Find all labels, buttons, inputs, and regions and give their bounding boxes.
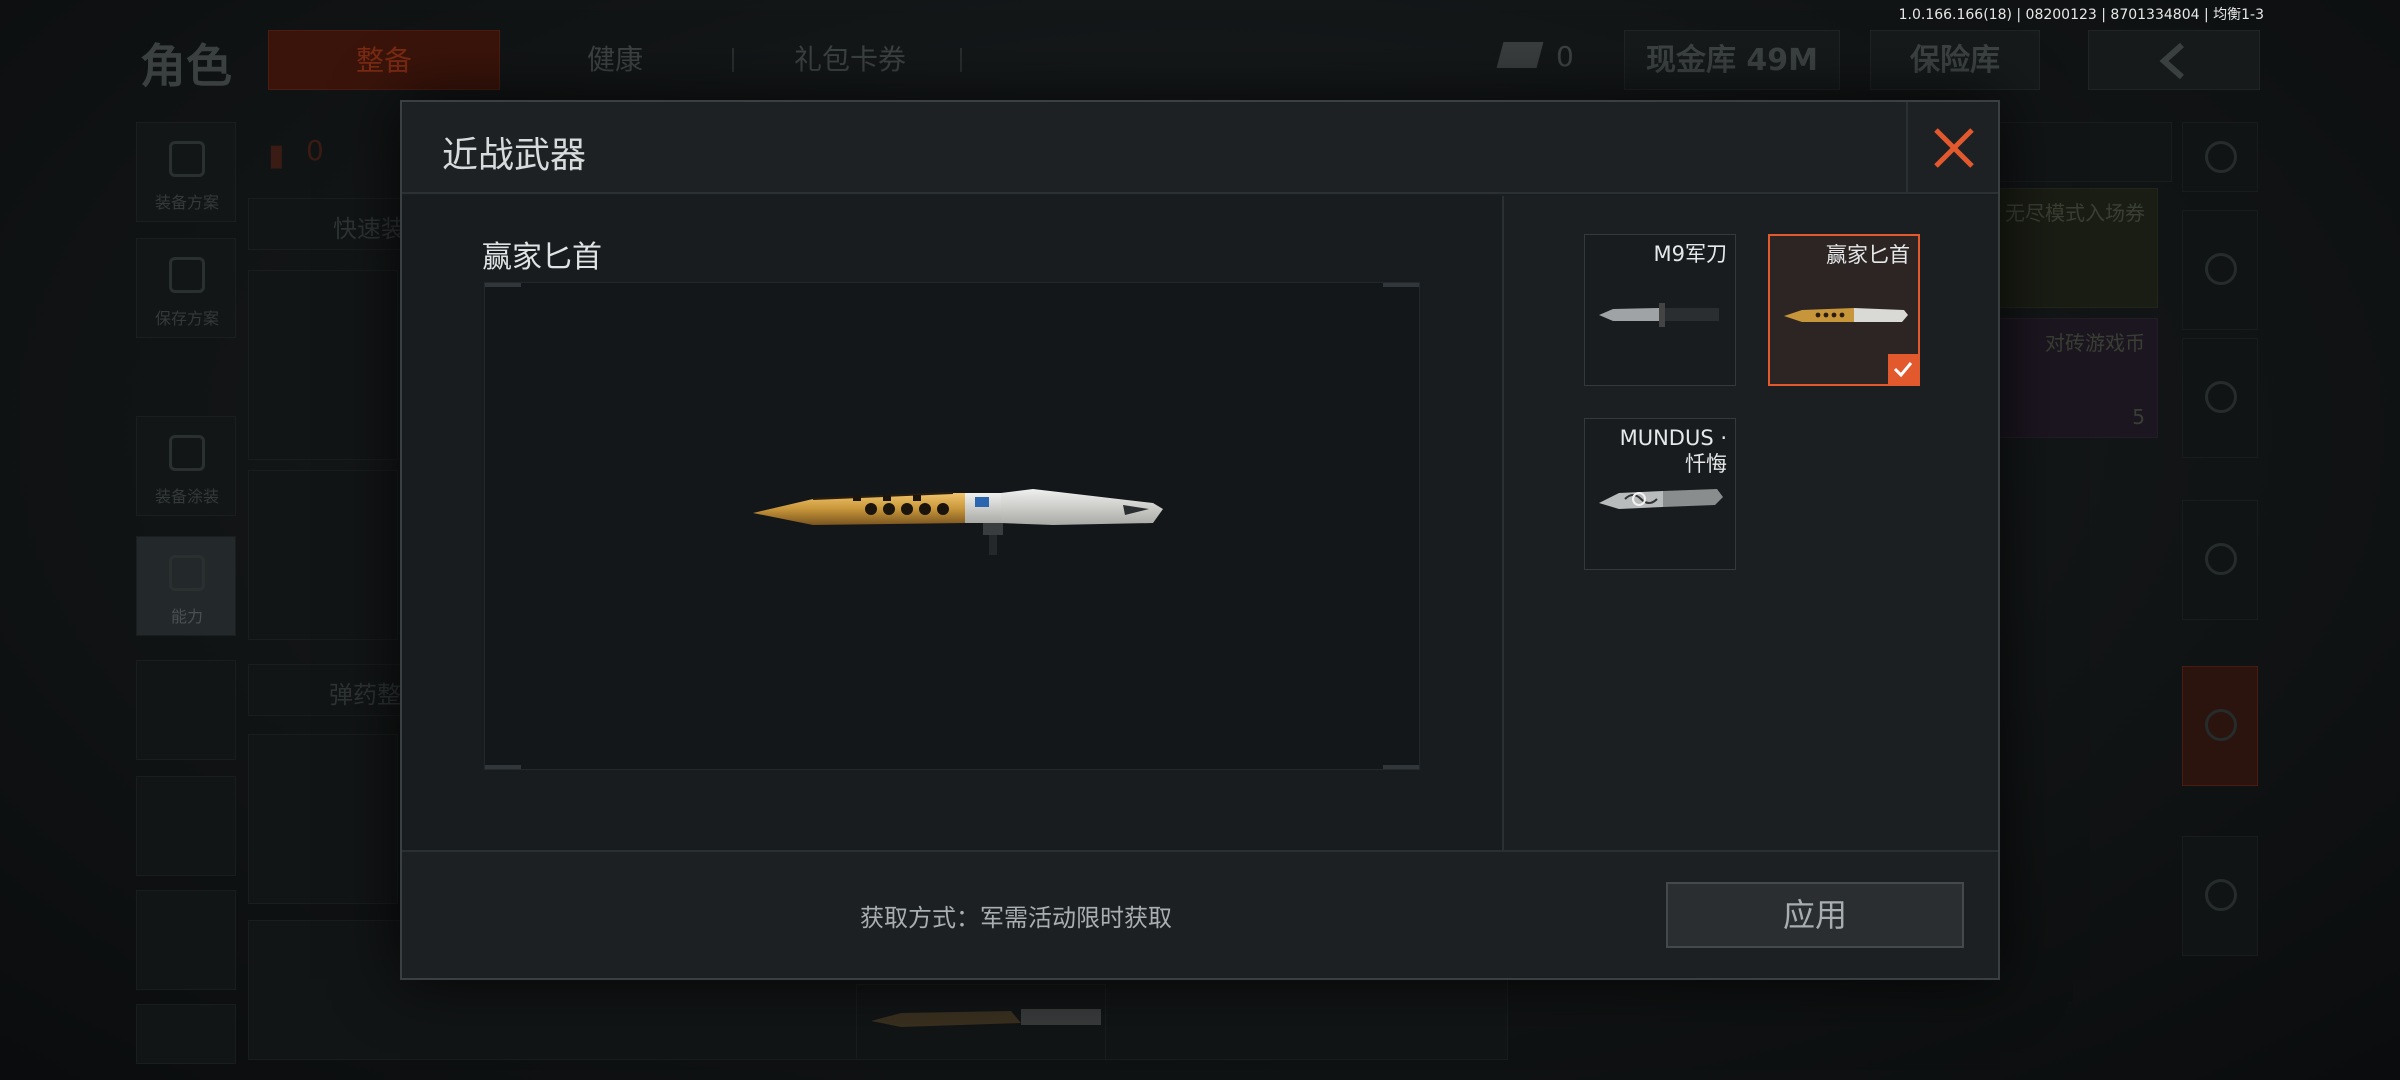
modal-footer: 获取方式：军需活动限时获取 应用 (402, 850, 1998, 978)
item-label: 赢家匕首 (1826, 243, 1910, 267)
corner-mark (1383, 765, 1419, 769)
corner-mark (1383, 283, 1419, 287)
item-card-mundus[interactable]: MUNDUS · 忏悔 (1584, 418, 1736, 570)
item-label: M9军刀 (1653, 242, 1727, 266)
sidebar-item-save[interactable]: 保存方案 (136, 238, 236, 338)
cash-count: 0 (1556, 40, 1574, 73)
empty-slot (136, 660, 236, 760)
close-icon (1934, 128, 1974, 168)
sidebar-item-label: 装备方案 (154, 193, 219, 212)
equip-slot[interactable] (248, 470, 398, 640)
shop-card-count: 5 (2132, 405, 2145, 429)
melee-slot[interactable] (856, 984, 1106, 1060)
right-rail-home-button[interactable] (2182, 210, 2258, 330)
home-icon (2205, 253, 2237, 285)
sidebar-item-loadout[interactable]: 装备方案 (136, 122, 236, 222)
ammo-button[interactable]: 弹药整 (248, 664, 408, 716)
download-icon (169, 257, 205, 293)
helmet-icon (169, 435, 205, 471)
counter-value: 0 (306, 134, 324, 167)
selected-weapon-name: 赢家匕首 (482, 240, 602, 275)
back-arrow-icon (2159, 42, 2184, 80)
equip-slot[interactable] (248, 734, 398, 904)
tab-health[interactable]: 健康 (520, 30, 710, 90)
cash-vault-button[interactable]: 现金库 49M (1624, 30, 1840, 90)
tab-gift-cards[interactable]: 礼包卡券 (760, 30, 940, 90)
page-title: 角色 (140, 39, 232, 93)
acquire-method-text: 获取方式：军需活动限时获取 (860, 904, 1172, 932)
modal-header: 近战武器 (402, 102, 1998, 194)
sidebar-item-label: 能力 (170, 607, 203, 626)
selected-check-icon (1888, 354, 1918, 384)
empty-slot (136, 1004, 236, 1064)
winner-dagger-icon (1784, 308, 1908, 322)
lightning-icon (169, 555, 205, 591)
close-button[interactable] (1906, 102, 1998, 194)
right-rail-clock-button[interactable] (2182, 836, 2258, 956)
shop-header (1996, 122, 2172, 182)
m9-knife-icon (1599, 303, 1719, 327)
safe-button[interactable]: 保险库 (1870, 30, 2040, 90)
bag-icon: ▮ (268, 138, 285, 173)
tab-divider (960, 48, 962, 72)
corner-mark (485, 283, 521, 287)
mundus-knife-icon (1599, 489, 1723, 509)
cash-icon (2205, 543, 2237, 575)
shop-card-label: 对砖游戏币 (2045, 331, 2145, 355)
sidebar-item-skins[interactable]: 装备涂装 (136, 416, 236, 516)
modal-title: 近战武器 (442, 135, 587, 176)
apply-button[interactable]: 应用 (1666, 882, 1964, 948)
tab-equip[interactable]: 整备 (268, 30, 500, 90)
shop-card-ticket[interactable]: 无尽模式入场券 (1996, 188, 2158, 308)
melee-weapon-modal: 近战武器 赢家匕首 M9军刀 赢家匕首 MUNDUS · 忏悔 获取方式：军需活… (400, 100, 2000, 980)
right-rail-stack-button[interactable] (2182, 122, 2258, 192)
right-rail-active-button[interactable] (2182, 666, 2258, 786)
right-rail-cash-button[interactable] (2182, 500, 2258, 620)
corner-mark (485, 765, 521, 769)
shop-card-coins[interactable]: 对砖游戏币 5 (1996, 318, 2158, 438)
weapon-preview (484, 282, 1420, 770)
equip-slot[interactable] (248, 270, 398, 460)
cash-icon (1496, 42, 1544, 68)
empty-slot (136, 890, 236, 990)
quick-equip-button[interactable]: 快速装 (248, 198, 408, 250)
stack-icon (2205, 141, 2237, 173)
item-list (1502, 196, 1998, 850)
dagger-icon (871, 1009, 1101, 1027)
right-rail-key-button[interactable] (2182, 338, 2258, 458)
version-info: 1.0.166.166(18) | 08200123 | 8701334804 … (1898, 7, 2264, 23)
item-card-m9[interactable]: M9军刀 (1584, 234, 1736, 386)
empty-slot (136, 776, 236, 876)
vest-icon (169, 141, 205, 177)
sidebar-item-ability[interactable]: 能力 (136, 536, 236, 636)
winner-dagger-image (753, 489, 1163, 555)
back-button[interactable] (2088, 30, 2260, 90)
item-label: MUNDUS · 忏悔 (1619, 426, 1727, 476)
shop-card-label: 无尽模式入场券 (2005, 201, 2145, 225)
quick-equip-label: 快速装 (333, 215, 405, 243)
ammo-label: 弹药整 (329, 681, 401, 709)
sidebar-item-label: 装备涂装 (154, 487, 219, 506)
vault-icon (2205, 709, 2237, 741)
tab-divider (732, 48, 734, 72)
sidebar-item-label: 保存方案 (154, 309, 219, 328)
item-card-winner-dagger[interactable]: 赢家匕首 (1768, 234, 1920, 386)
key-icon (2205, 381, 2237, 413)
clock-icon (2205, 879, 2237, 911)
